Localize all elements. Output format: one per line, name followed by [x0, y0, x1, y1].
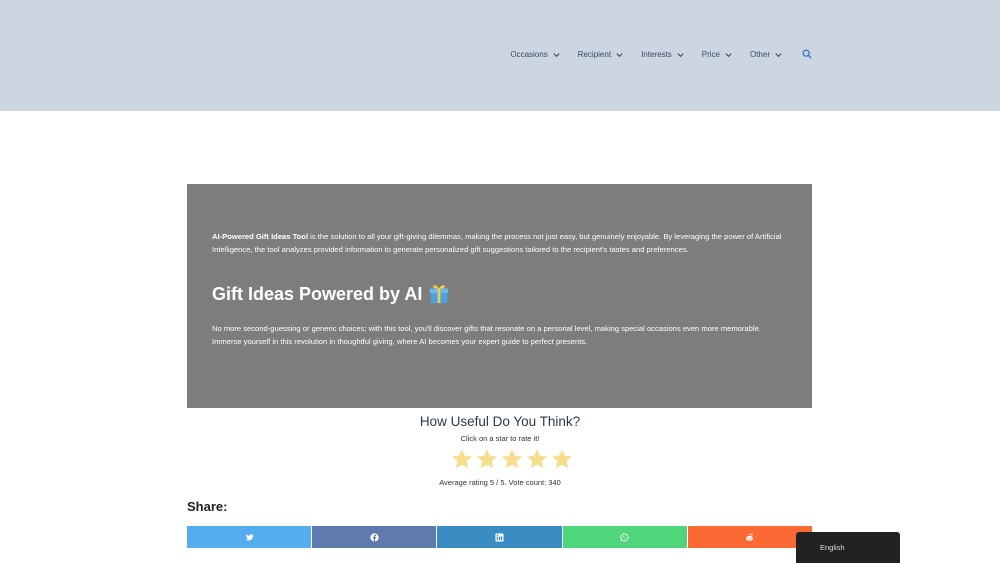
chevron-down-icon	[553, 52, 560, 57]
star-icon[interactable]	[525, 448, 549, 471]
chevron-down-icon	[677, 52, 684, 57]
nav-label: Other	[749, 49, 770, 59]
share-twitter-button[interactable]	[187, 526, 312, 548]
star-rating	[450, 448, 574, 471]
share-whatsapp-button[interactable]	[562, 526, 687, 548]
nav-label: Occasions	[510, 49, 548, 59]
star-icon[interactable]	[475, 448, 499, 471]
star-icon[interactable]	[550, 448, 574, 471]
chevron-down-icon	[775, 52, 782, 57]
share-title: Share:	[187, 499, 228, 514]
share-buttons	[187, 526, 813, 548]
star-icon[interactable]	[500, 448, 524, 471]
nav-label: Recipient	[577, 49, 612, 59]
share-facebook-button[interactable]	[312, 526, 437, 548]
main-nav: Occasions Recipient Interests Price Othe…	[510, 49, 812, 59]
language-switcher[interactable]: English	[796, 532, 900, 563]
rating-title: How Useful Do You Think?	[419, 414, 581, 429]
rating-summary: Average rating 5 / 5. Vote count: 340	[439, 478, 561, 487]
site-header: Occasions Recipient Interests Price Othe…	[0, 0, 1000, 111]
hero-section: AI-Powered Gift Ideas Tool is the soluti…	[187, 184, 812, 408]
share-reddit-button[interactable]	[687, 526, 813, 548]
intro-bold: AI-Powered Gift Ideas Tool	[212, 232, 309, 241]
gift-icon	[430, 285, 449, 304]
chevron-down-icon	[725, 52, 732, 57]
nav-item-price[interactable]: Price	[702, 50, 733, 59]
search-icon[interactable]	[802, 49, 812, 59]
heading-text: Gift Ideas Powered by AI	[212, 283, 423, 304]
linkedin-icon	[495, 532, 504, 542]
hero-heading: Gift Ideas Powered by AI	[212, 283, 450, 305]
nav-item-other[interactable]: Other	[750, 50, 783, 59]
nav-item-recipient[interactable]: Recipient	[578, 50, 624, 59]
hero-intro: AI-Powered Gift Ideas Tool is the soluti…	[212, 230, 784, 257]
facebook-icon	[370, 532, 379, 542]
whatsapp-icon	[620, 532, 629, 542]
reddit-icon	[746, 533, 754, 541]
share-linkedin-button[interactable]	[437, 526, 562, 548]
nav-label: Price	[701, 49, 720, 59]
nav-label: Interests	[641, 49, 672, 59]
chevron-down-icon	[616, 52, 623, 57]
nav-item-occasions[interactable]: Occasions	[510, 50, 560, 59]
twitter-icon	[245, 533, 254, 540]
hero-body: No more second-guessing or generic choic…	[212, 324, 761, 347]
nav-item-interests[interactable]: Interests	[641, 50, 685, 59]
star-icon[interactable]	[450, 448, 474, 471]
rating-subtitle: Click on a star to rate it!	[460, 434, 540, 443]
